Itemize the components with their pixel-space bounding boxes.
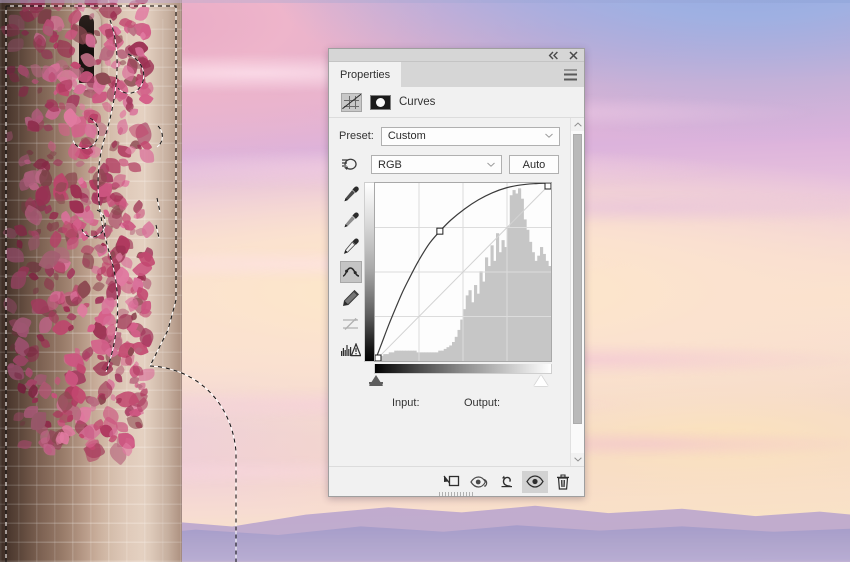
black-point-eyedropper-icon[interactable] xyxy=(340,183,362,205)
reset-arrow-icon[interactable] xyxy=(494,471,520,493)
curves-controls: Preset: Custom RGB Auto Input: Output: xyxy=(329,118,570,466)
curve-plot-box[interactable] xyxy=(374,182,552,362)
white-point-eyedropper-icon[interactable] xyxy=(340,235,362,257)
layer-mask-thumbnail[interactable] xyxy=(370,94,391,110)
chevron-down-icon xyxy=(545,133,553,138)
preset-select[interactable]: Custom xyxy=(380,126,560,146)
black-white-point-sliders[interactable] xyxy=(364,375,552,391)
trash-icon[interactable] xyxy=(550,471,576,493)
targeted-adjustment-icon[interactable] xyxy=(340,154,362,176)
clipping-warning-icon[interactable] xyxy=(340,339,362,361)
scroll-up-arrow-icon[interactable] xyxy=(571,118,584,131)
eye-previous-state-icon[interactable] xyxy=(466,471,492,493)
curve-plot-svg[interactable] xyxy=(375,183,551,361)
adjustment-header: Curves xyxy=(329,87,584,118)
artboard-edge xyxy=(181,0,182,562)
auto-button-label: Auto xyxy=(522,158,546,171)
curves-tool-column[interactable] xyxy=(337,182,364,409)
black-point-slider[interactable] xyxy=(369,375,383,386)
adjustment-title: Curves xyxy=(399,96,436,108)
chevron-down-icon xyxy=(487,162,495,167)
channel-select-value: RGB xyxy=(378,158,402,171)
curves-graph[interactable]: Input: Output: xyxy=(364,182,552,409)
targeted-adjustment-slot xyxy=(337,154,364,176)
scroll-down-arrow-icon[interactable] xyxy=(571,453,584,466)
scrollbar-track[interactable] xyxy=(571,131,584,453)
channel-row: RGB Auto xyxy=(329,154,570,175)
panel-tab-bar[interactable]: Properties xyxy=(329,62,584,87)
auto-button[interactable]: Auto xyxy=(509,155,559,174)
curve-point-tool-icon[interactable] xyxy=(339,261,362,283)
scrollbar-thumb[interactable] xyxy=(573,134,582,424)
tab-properties-label: Properties xyxy=(340,68,391,81)
panel-titlebar[interactable] xyxy=(329,49,584,62)
input-gradient-strip xyxy=(374,364,552,374)
preset-select-value: Custom xyxy=(387,130,426,142)
white-point-slider[interactable] xyxy=(534,375,548,386)
curve-control-point-0[interactable] xyxy=(375,354,382,361)
properties-panel[interactable]: Properties Curves Preset: Custom RGB Aut… xyxy=(328,48,585,497)
double-chevron-left-icon[interactable] xyxy=(548,50,559,61)
eye-icon[interactable] xyxy=(522,470,548,493)
panel-body: Preset: Custom RGB Auto Input: Output: xyxy=(329,118,584,466)
curves-adjustment-icon xyxy=(341,92,362,112)
curve-control-point-2[interactable] xyxy=(544,183,551,190)
output-gradient-strip xyxy=(364,182,374,362)
preset-label: Preset: xyxy=(339,130,374,142)
curves-graph-area: Input: Output: xyxy=(329,182,570,409)
panel-scrollbar[interactable] xyxy=(570,118,584,466)
photoshop-screenshot: Properties Curves Preset: Custom RGB Aut… xyxy=(0,0,850,562)
tab-properties[interactable]: Properties xyxy=(329,62,402,87)
curve-control-point-1[interactable] xyxy=(436,227,444,235)
gray-point-eyedropper-icon[interactable] xyxy=(340,209,362,231)
input-label: Input: xyxy=(392,397,420,409)
panel-menu-icon[interactable] xyxy=(564,69,577,80)
panel-resize-grip[interactable] xyxy=(438,492,475,497)
channel-select[interactable]: RGB xyxy=(371,155,502,174)
close-icon[interactable] xyxy=(568,50,579,61)
smooth-curve-icon[interactable] xyxy=(340,313,362,335)
pencil-draw-curve-icon[interactable] xyxy=(340,287,362,309)
window-top-strip xyxy=(0,0,850,3)
brick-tower xyxy=(0,0,182,562)
preset-row: Preset: Custom xyxy=(329,126,570,146)
input-output-row: Input: Output: xyxy=(364,391,552,409)
output-label: Output: xyxy=(464,397,501,409)
clip-to-layer-icon[interactable] xyxy=(438,471,464,493)
window-glass xyxy=(79,15,94,83)
arched-window xyxy=(72,8,101,90)
